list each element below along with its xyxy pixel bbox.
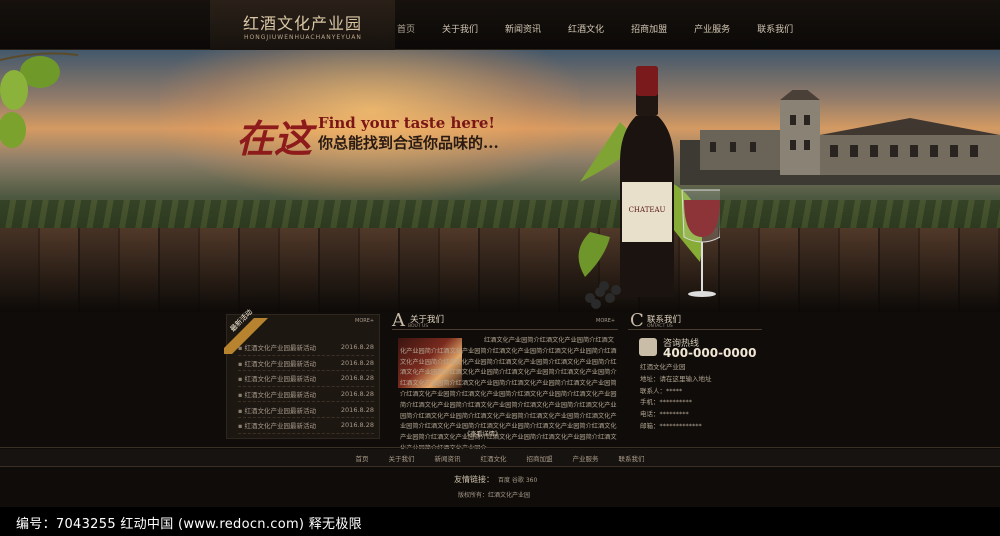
news-date: 2016.8.28 <box>340 358 374 367</box>
footer-nav-contact[interactable]: 联系我们 <box>619 453 645 463</box>
news-item[interactable]: 红酒文化产业园最新活动2016.8.28 <box>238 402 374 418</box>
contact-address: 地址：请在这里输入地址 <box>640 374 712 383</box>
nav-item-news[interactable]: 新闻资讯 <box>505 22 541 35</box>
news-date: 2016.8.28 <box>340 421 374 430</box>
news-item[interactable]: 红酒文化产业园最新活动2016.8.28 <box>238 340 374 356</box>
nav-item-contact[interactable]: 联系我们 <box>757 22 793 35</box>
footer-nav: 首页 关于我们 新闻资讯 红酒文化 招商加盟 产业服务 联系我们 <box>0 449 1000 466</box>
contact-company: 红酒文化产业园 <box>640 363 686 371</box>
wine-bottle-illustration: CHATEAU <box>578 66 720 309</box>
contact-info: 红酒文化产业园 地址：请在这里输入地址 联系人：***** 手机：*******… <box>640 362 712 433</box>
slogan-english: Find your taste here! <box>318 114 495 132</box>
grape-leaves-decoration <box>0 52 79 148</box>
footer-nav-services[interactable]: 产业服务 <box>573 453 599 463</box>
footer-nav-franchise[interactable]: 招商加盟 <box>527 453 553 463</box>
news-item[interactable]: 红酒文化产业园最新活动2016.8.28 <box>238 356 374 372</box>
contact-email: 邮箱：************* <box>640 421 702 430</box>
about-initial: A <box>392 310 405 331</box>
hotline-number: 400-000-0000 <box>663 346 757 360</box>
about-more-link[interactable]: MORE+ <box>596 318 615 324</box>
news-date: 2016.8.28 <box>340 405 374 414</box>
slogan-big: 在这 <box>236 116 313 161</box>
hero-banner: 在这 Find your taste here! 你总能找到合适你品味的... … <box>0 50 1000 312</box>
watermark-bar: 编号：7043255 红动中国 (www.redocn.com) 释无极限 <box>0 507 1000 536</box>
contact-person: 联系人：***** <box>640 386 683 395</box>
news-item[interactable]: 红酒文化产业园最新活动2016.8.28 <box>238 418 374 434</box>
chateau-illustration <box>680 90 1000 185</box>
contact-phone: 电话：********* <box>640 410 689 419</box>
about-description: 红酒文化产业园简介红酒文化产业园简介红酒文化产业园简介红酒文化产业园简介红酒文化… <box>400 337 617 452</box>
main-nav: 首页 关于我们 新闻资讯 红酒文化 招商加盟 产业服务 联系我们 <box>397 22 820 35</box>
header: 红酒文化产业园 HONGJIUWENHUACHANYEYUAN 首页 关于我们 … <box>0 0 1000 50</box>
friend-links-list[interactable]: 百度 谷歌 360 <box>498 477 537 484</box>
footer-divider-bottom <box>0 466 1000 467</box>
copyright: 版权所有：红酒文化产业园 <box>458 492 531 499</box>
site-logo[interactable]: 红酒文化产业园 <box>243 10 362 34</box>
news-more-link[interactable]: MORE+ <box>355 318 374 324</box>
nav-item-about[interactable]: 关于我们 <box>442 22 478 35</box>
news-item[interactable]: 红酒文化产业园最新活动2016.8.28 <box>238 371 374 387</box>
footer-nav-news[interactable]: 新闻资讯 <box>435 453 461 463</box>
deck-shadow <box>0 228 1000 312</box>
about-detail-link[interactable]: 《查看详情》 <box>464 429 501 438</box>
footer-nav-wine-culture[interactable]: 红酒文化 <box>481 453 507 463</box>
friend-links-label: 友情链接： <box>454 475 494 484</box>
page: 红酒文化产业园 HONGJIUWENHUACHANYEYUAN 首页 关于我们 … <box>0 0 1000 536</box>
news-date: 2016.8.28 <box>340 374 374 383</box>
footer-divider-top <box>0 447 1000 448</box>
footer-nav-home[interactable]: 首页 <box>356 453 369 463</box>
about-subtitle: BOUT US <box>408 324 429 329</box>
friend-links: 友情链接： 百度 谷歌 360 <box>454 474 537 485</box>
news-date: 2016.8.28 <box>340 390 374 399</box>
phone-icon <box>639 338 657 356</box>
site-logo-pinyin: HONGJIUWENHUACHANYEYUAN <box>244 34 362 41</box>
contact-initial: C <box>630 310 644 331</box>
watermark-text: 编号：7043255 红动中国 (www.redocn.com) 释无极限 <box>16 517 362 532</box>
footer-nav-about[interactable]: 关于我们 <box>389 453 415 463</box>
nav-item-franchise[interactable]: 招商加盟 <box>631 22 667 35</box>
nav-item-services[interactable]: 产业服务 <box>694 22 730 35</box>
nav-item-wine-culture[interactable]: 红酒文化 <box>568 22 604 35</box>
news-date: 2016.8.28 <box>340 343 374 352</box>
bottle-label-text: CHATEAU <box>629 206 666 214</box>
news-item[interactable]: 红酒文化产业园最新活动2016.8.28 <box>238 387 374 403</box>
contact-subtitle: ONTACT US <box>647 324 673 329</box>
contact-mobile: 手机：********** <box>640 398 692 407</box>
slogan-chinese: 你总能找到合适你品味的... <box>318 134 499 152</box>
news-list: 红酒文化产业园最新活动2016.8.28 红酒文化产业园最新活动2016.8.2… <box>238 340 374 434</box>
nav-item-home[interactable]: 首页 <box>397 22 415 35</box>
